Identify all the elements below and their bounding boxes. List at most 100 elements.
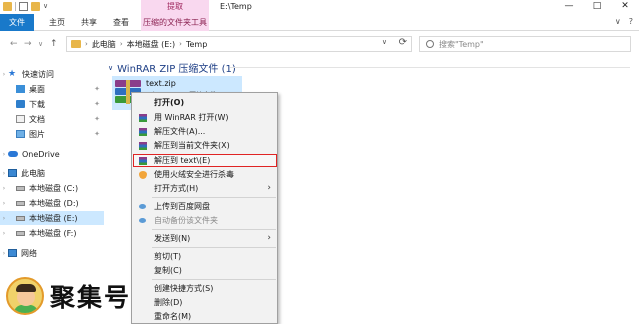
expand-icon[interactable]: › [0, 250, 8, 257]
expand-icon[interactable]: › [0, 200, 8, 207]
menu-item-copy[interactable]: 复制(C) [133, 264, 277, 277]
refresh-icon[interactable]: ⟳ [399, 37, 407, 48]
expand-icon[interactable]: › [0, 230, 8, 237]
menu-item-label: 打开(O) [154, 98, 185, 107]
tab-home[interactable]: 主页 [44, 14, 70, 31]
pin-icon[interactable]: ✦ [94, 85, 100, 93]
pin-icon[interactable]: ✦ [94, 130, 100, 138]
expand-icon[interactable]: › [0, 151, 8, 158]
sidebar-item-quick-access[interactable]: › ★ 快速访问 [0, 67, 104, 81]
group-header[interactable]: ∨ WinRAR ZIP 压缩文件 (1) [108, 60, 236, 76]
search-placeholder: 搜索"Temp" [439, 39, 484, 49]
menu-item-extract-here[interactable]: 解压到当前文件夹(X) [133, 139, 277, 152]
sidebar-item-drive-e[interactable]: › 本地磁盘 (E:) [0, 211, 104, 225]
expand-icon[interactable]: › [0, 215, 8, 222]
properties-icon[interactable] [19, 2, 28, 11]
winrar-icon [139, 157, 147, 165]
address-dropdown-icon[interactable]: ∨ [382, 38, 387, 46]
menu-item-send-to[interactable]: 发送到(N) › [133, 232, 277, 245]
search-input[interactable]: 搜索"Temp" [419, 36, 631, 52]
sidebar-item-label: 网络 [21, 248, 37, 258]
winrar-icon [139, 142, 147, 150]
sidebar-item-label: 本地磁盘 (D:) [29, 198, 79, 208]
menu-separator [152, 247, 276, 248]
sidebar-item-drive-f[interactable]: › 本地磁盘 (F:) [0, 226, 104, 240]
submenu-arrow-icon: › [267, 183, 271, 193]
tab-compressed-folder-tools[interactable]: 压缩的文件夹工具 [141, 14, 209, 31]
menu-separator [152, 197, 276, 198]
window-controls: — □ ✕ [555, 0, 639, 14]
this-pc-icon [8, 169, 17, 177]
menu-item-extract-files[interactable]: 解压文件(A)... [133, 125, 277, 138]
toolbar-divider [15, 2, 16, 11]
winrar-icon [139, 114, 147, 122]
menu-item-cut[interactable]: 剪切(T) [133, 250, 277, 263]
breadcrumb-temp[interactable]: Temp [186, 40, 207, 49]
sidebar-item-onedrive[interactable]: › OneDrive [0, 147, 104, 161]
menu-item-label: 解压到 text\(E) [154, 156, 211, 165]
document-icon [16, 115, 25, 123]
recent-locations-button[interactable]: ∨ [38, 38, 43, 50]
menu-item-extract-to-text[interactable]: 解压到 text\(E) [133, 154, 277, 167]
extract-context-header: 提取 [141, 0, 209, 14]
menu-item-open[interactable]: 打开(O) [133, 96, 277, 109]
breadcrumb-this-pc[interactable]: 此电脑 [92, 39, 116, 50]
sidebar-item-drive-d[interactable]: › 本地磁盘 (D:) [0, 196, 104, 210]
network-icon [8, 249, 17, 257]
menu-item-open-with-winrar[interactable]: 用 WinRAR 打开(W) [133, 111, 277, 124]
expand-icon[interactable]: › [0, 170, 8, 177]
menu-item-create-shortcut[interactable]: 创建快捷方式(S) [133, 282, 277, 295]
forward-button[interactable]: → [24, 38, 32, 50]
help-icon[interactable]: ? [629, 17, 633, 26]
sidebar-item-label: 桌面 [29, 84, 45, 94]
maximize-button[interactable]: □ [583, 0, 611, 14]
folder-icon[interactable] [3, 2, 12, 11]
star-icon: ★ [8, 69, 17, 79]
file-name: text.zip [146, 79, 176, 88]
folder-icon [71, 40, 81, 48]
pin-icon[interactable]: ✦ [94, 115, 100, 123]
collapse-ribbon-icon[interactable]: ∨ [615, 17, 621, 26]
sidebar-item-documents[interactable]: 文档 ✦ [0, 112, 104, 126]
menu-item-upload-baidu[interactable]: 上传到百度网盘 [133, 200, 277, 213]
sidebar-item-label: 本地磁盘 (E:) [29, 213, 78, 223]
back-button[interactable]: ← [10, 38, 18, 50]
close-button[interactable]: ✕ [611, 0, 639, 14]
new-folder-icon[interactable] [31, 2, 40, 11]
drive-icon [16, 230, 25, 236]
expand-icon[interactable]: › [0, 71, 8, 78]
tab-view[interactable]: 查看 [108, 14, 134, 31]
menu-separator [152, 229, 276, 230]
address-bar[interactable]: › 此电脑 › 本地磁盘 (E:) › Temp ∨ ⟳ [66, 36, 412, 52]
customize-toolbar-icon[interactable]: ∨ [43, 2, 48, 11]
menu-item-label: 打开方式(H) [154, 184, 199, 193]
menu-item-huorong-scan[interactable]: 使用火绒安全进行杀毒 [133, 168, 277, 181]
tab-share[interactable]: 共享 [76, 14, 102, 31]
expand-icon[interactable]: › [0, 185, 8, 192]
sidebar-item-network[interactable]: › 网络 [0, 246, 104, 260]
menu-item-label: 创建快捷方式(S) [154, 284, 214, 293]
sidebar-item-downloads[interactable]: 下载 ✦ [0, 97, 104, 111]
pin-icon[interactable]: ✦ [94, 100, 100, 108]
menu-item-delete[interactable]: 删除(D) [133, 296, 277, 309]
menu-separator [152, 279, 276, 280]
menu-item-label: 解压到当前文件夹(X) [154, 141, 230, 150]
download-icon [16, 100, 25, 108]
up-button[interactable]: ↑ [50, 38, 58, 50]
breadcrumb-separator: › [119, 40, 123, 48]
breadcrumb-drive-e[interactable]: 本地磁盘 (E:) [127, 39, 176, 50]
sidebar-item-pictures[interactable]: 图片 ✦ [0, 127, 104, 141]
minimize-button[interactable]: — [555, 0, 583, 14]
drive-icon [16, 200, 25, 206]
sidebar-item-desktop[interactable]: 桌面 ✦ [0, 82, 104, 96]
menu-item-rename[interactable]: 重命名(M) [133, 310, 277, 323]
menu-item-label: 使用火绒安全进行杀毒 [154, 170, 234, 179]
pictures-icon [16, 130, 25, 138]
menu-item-open-with[interactable]: 打开方式(H) › [133, 182, 277, 195]
sidebar-item-this-pc[interactable]: › 此电脑 [0, 166, 104, 180]
sidebar-item-drive-c[interactable]: › 本地磁盘 (C:) [0, 181, 104, 195]
sidebar-item-label: 图片 [29, 129, 45, 139]
desktop-icon [16, 85, 25, 93]
tab-file[interactable]: 文件 [0, 14, 34, 31]
menu-item-label: 上传到百度网盘 [154, 202, 210, 211]
